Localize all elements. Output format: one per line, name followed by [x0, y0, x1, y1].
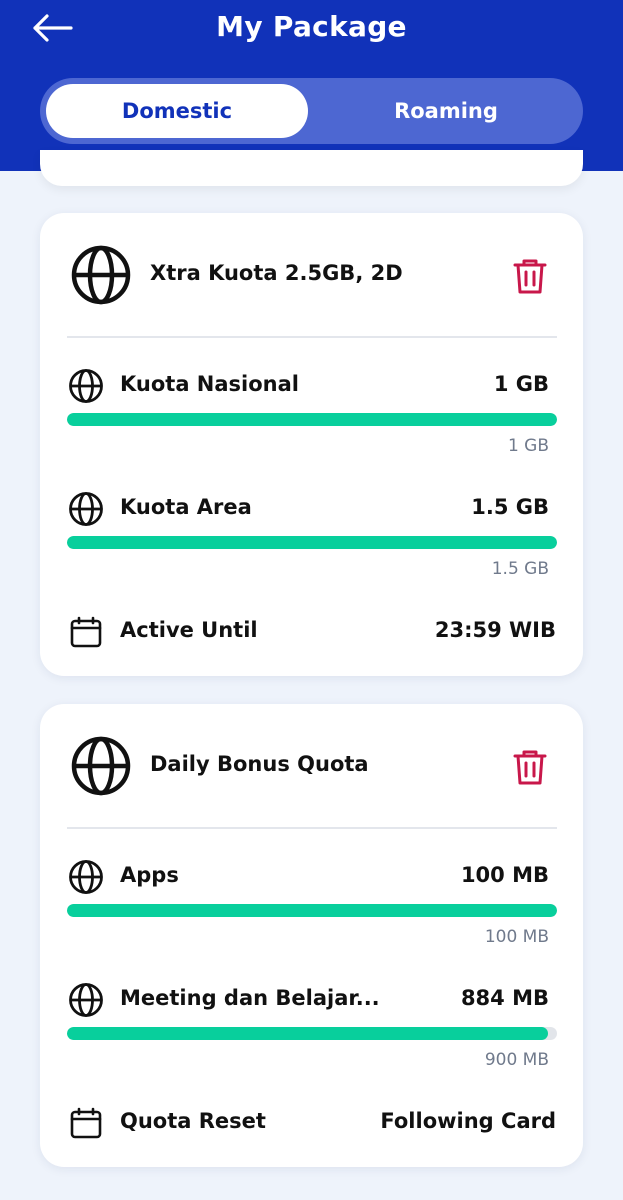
divider [67, 336, 557, 338]
calendar-icon [70, 1107, 102, 1139]
trash-icon[interactable] [512, 257, 548, 295]
package-title: Xtra Kuota 2.5GB, 2D [150, 261, 403, 285]
quota-remaining: 1.5 GB [471, 495, 549, 519]
tab-bar: Domestic Roaming [40, 78, 583, 144]
quota-reset-value: Following Card [380, 1109, 556, 1133]
quota-remaining: 1 GB [493, 372, 549, 396]
app-header: My Package Domestic Roaming [0, 0, 623, 171]
globe-icon [71, 736, 131, 796]
globe-icon [69, 983, 103, 1017]
trash-icon[interactable] [512, 748, 548, 786]
tab-roaming[interactable]: Roaming [315, 84, 577, 138]
calendar-icon [70, 616, 102, 648]
quota-progress-bar [67, 413, 557, 426]
quota-row: Apps 100 MB 100 MB [40, 859, 583, 969]
quota-row: Meeting dan Belajar... 884 MB 900 MB [40, 982, 583, 1092]
package-header: Daily Bonus Quota [40, 704, 583, 828]
quota-total: 100 MB [484, 927, 549, 947]
quota-reset-label: Quota Reset [120, 1109, 266, 1133]
quota-label: Kuota Area [120, 495, 252, 519]
package-card: Xtra Kuota 2.5GB, 2D Kuota Nasional 1 GB [40, 213, 583, 676]
quota-total: 1.5 GB [491, 559, 549, 579]
quota-label: Meeting dan Belajar... [120, 986, 380, 1010]
previous-card-edge [40, 150, 583, 186]
quota-row: Kuota Nasional 1 GB 1 GB [40, 368, 583, 478]
divider [67, 827, 557, 829]
quota-remaining: 100 MB [460, 863, 549, 887]
quota-progress-bar [67, 536, 557, 549]
globe-icon [69, 492, 103, 526]
quota-progress-fill [67, 536, 557, 549]
quota-progress-fill [67, 904, 557, 917]
quota-remaining: 884 MB [460, 986, 549, 1010]
quota-total: 1 GB [507, 436, 549, 456]
package-title: Daily Bonus Quota [150, 752, 369, 776]
quota-reset-row: Quota Reset Following Card [40, 1105, 583, 1145]
quota-progress-bar [67, 904, 557, 917]
globe-icon [69, 369, 103, 403]
quota-label: Kuota Nasional [120, 372, 299, 396]
quota-progress-fill [67, 1027, 549, 1040]
package-card: Daily Bonus Quota Apps 100 MB 100 MB Mee… [40, 704, 583, 1167]
quota-progress-bar [67, 1027, 557, 1040]
globe-icon [71, 245, 131, 305]
quota-total: 900 MB [484, 1050, 549, 1070]
quota-row: Kuota Area 1.5 GB 1.5 GB [40, 491, 583, 601]
quota-progress-fill [67, 413, 557, 426]
package-header: Xtra Kuota 2.5GB, 2D [40, 213, 583, 337]
tab-domestic[interactable]: Domestic [46, 84, 308, 138]
page-title: My Package [216, 10, 407, 43]
active-until-value: 23:59 WIB [434, 618, 556, 642]
active-until-row: Active Until 23:59 WIB [40, 614, 583, 654]
quota-label: Apps [120, 863, 179, 887]
active-until-label: Active Until [120, 618, 258, 642]
globe-icon [69, 860, 103, 894]
